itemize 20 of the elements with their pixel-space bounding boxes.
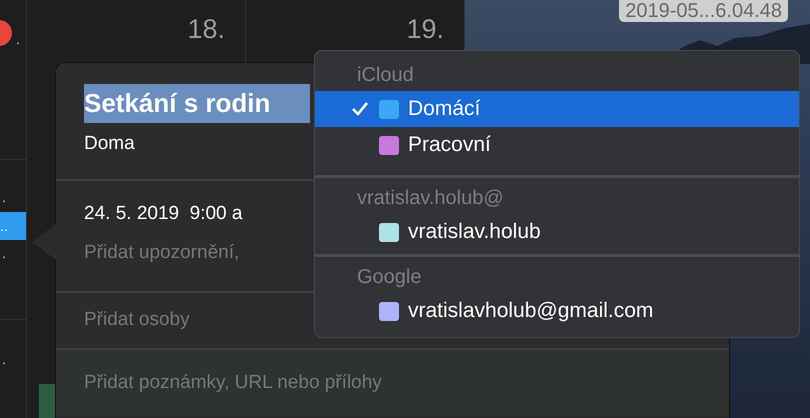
event-chip[interactable]: .. <box>0 212 26 240</box>
checkmark-icon <box>351 101 369 117</box>
menu-item[interactable]: vratislav.holub <box>315 214 799 250</box>
invitees-field[interactable]: Přidat osoby <box>84 306 190 335</box>
event-title[interactable]: Setkání s rodin <box>84 84 310 123</box>
day-number: 18. <box>187 16 225 46</box>
event-bar <box>39 384 55 418</box>
event-marker: . <box>2 246 7 260</box>
menu-item[interactable]: Domácí <box>315 91 799 127</box>
event-marker: . <box>2 352 7 366</box>
menu-section-header: vratislav.holub@ <box>356 186 505 211</box>
day-suffix: . <box>16 32 20 46</box>
day-number: 19. <box>406 16 444 46</box>
notes-field[interactable]: Přidat poznámky, URL nebo přílohy <box>84 368 382 398</box>
menu-item[interactable]: vratislavholub@gmail.com <box>315 293 799 329</box>
menu-section-header: iCloud <box>356 63 415 88</box>
file-label[interactable]: 2019-05...6.04.48 <box>619 0 788 22</box>
menu-section-header: Google <box>356 265 422 290</box>
menu-item[interactable]: Pracovní <box>315 127 799 163</box>
event-marker: . <box>2 190 7 204</box>
